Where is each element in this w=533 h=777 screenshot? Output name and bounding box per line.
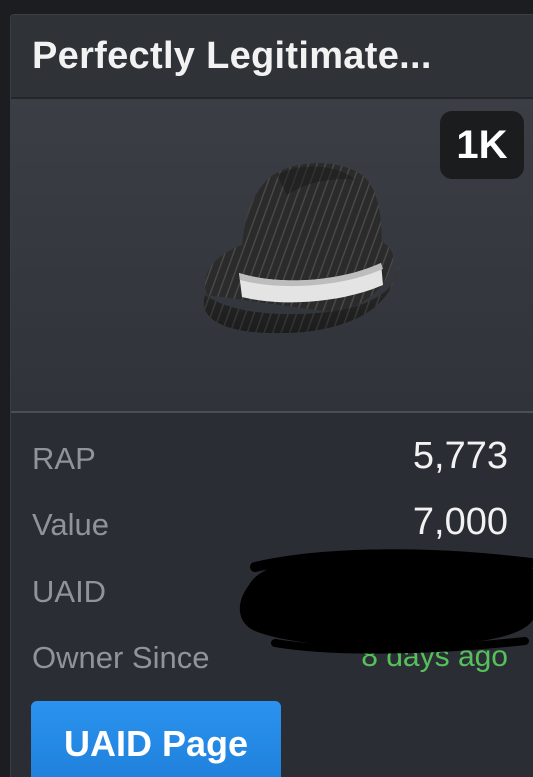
copies-badge: 1K bbox=[440, 111, 524, 179]
uaid-page-button[interactable]: UAID Page bbox=[31, 701, 281, 777]
item-card: Perfectly Legitimate... 1K RAP 5,773 Val… bbox=[10, 14, 533, 777]
value-label: Value bbox=[32, 507, 109, 542]
redaction-scribble bbox=[240, 549, 533, 654]
stat-row-value: Value 7,000 bbox=[11, 501, 533, 551]
title-bar: Perfectly Legitimate... bbox=[11, 15, 533, 99]
stat-row-rap: RAP 5,773 bbox=[11, 435, 533, 485]
item-thumbnail[interactable]: 1K bbox=[11, 99, 533, 413]
uaid-label: UAID bbox=[32, 574, 107, 609]
value-value: 7,000 bbox=[412, 501, 508, 543]
rap-label: RAP bbox=[32, 441, 96, 476]
fedora-hat-icon bbox=[203, 163, 399, 334]
owner-since-label: Owner Since bbox=[32, 640, 210, 675]
rap-value: 5,773 bbox=[412, 435, 508, 477]
item-title[interactable]: Perfectly Legitimate... bbox=[32, 35, 432, 78]
